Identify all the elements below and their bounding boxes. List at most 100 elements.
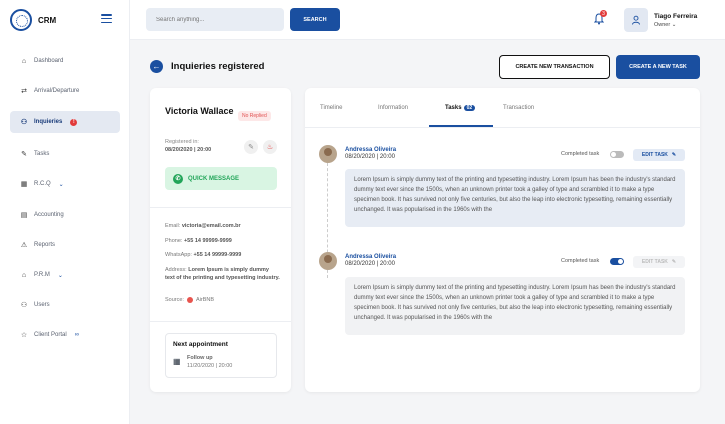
quick-message-button[interactable]: ✆ QUICK MESSAGE [165,167,277,190]
create-task-button[interactable]: CREATE A NEW TASK [616,55,700,79]
sidebar-item-label: Reports [34,242,56,248]
sidebar-item-dashboard[interactable]: ⌂ Dashboard [10,50,120,72]
notification-count-badge: 3 [600,10,607,17]
calculator-icon: ▤ [20,212,28,219]
sidebar-item-label: Arrival/Departure [34,88,80,94]
sidebar-item-label: P.R.M [34,272,50,278]
sidebar-item-prm[interactable]: ⌂ P.R.M ⌄ [10,264,120,286]
home-icon: ⌂ [21,57,27,65]
top-bar: SEARCH 3 Tiago Ferreira Owner ⌄ [130,0,725,40]
email-label: Email: [165,223,181,229]
contact-name: Victoria Wallace [165,106,234,116]
completed-task-toggle[interactable] [610,151,624,158]
task-date: 08/20/2020 | 20:00 [345,261,395,267]
sidebar-item-client-portal[interactable]: ☆ Client Portal ∞ [10,324,120,346]
whatsapp-label: WhatsApp: [165,252,192,258]
sidebar-item-label: R.C.Q [34,181,51,187]
sidebar-item-label: Users [34,302,50,308]
sidebar-item-rcq[interactable]: ▦ R.C.Q ⌄ [10,173,120,195]
avatar [319,145,337,163]
phone-row: Phone: +55 14 99999-9999 [165,237,280,245]
sidebar-item-label: Dashboard [34,58,64,64]
user-icon [632,15,640,25]
divider [150,321,291,322]
email-value[interactable]: victoria@email.com.br [182,223,241,229]
create-transaction-button[interactable]: CREATE NEW TRANSACTION [499,55,610,79]
appointment-label: Follow up [187,355,213,361]
appointment-date: 11/20/2020 | 20:00 [187,363,233,369]
tab-tasks[interactable]: Tasks 02 [445,105,476,111]
tasks-card: Timeline Information Tasks 02 Transaction… [305,88,700,392]
completed-task-label: Completed task [561,258,600,264]
calendar-icon: ▦ [173,357,181,366]
home-icon: ⌂ [21,271,27,279]
tab-timeline[interactable]: Timeline [320,105,342,111]
user-name[interactable]: Tiago Ferreira [654,13,697,20]
task-description: Lorem Ipsum is simply dummy text of the … [345,277,685,335]
chevron-down-icon: ⌄ [671,22,677,28]
email-row: Email: victoria@email.com.br [165,222,280,230]
address-label: Address: [165,267,187,273]
pencil-icon: ✎ [671,152,677,158]
completed-task-toggle[interactable] [610,258,624,265]
sidebar-item-inquieries[interactable]: ⚇ Inquieries ! [10,111,120,133]
sidebar-item-accounting[interactable]: ▤ Accounting [10,204,120,226]
appointment-title: Next appointment [173,341,228,348]
tab-information[interactable]: Information [378,105,408,111]
search-button[interactable]: SEARCH [290,8,340,31]
link-icon: ∞ [74,332,79,338]
tab-label: Tasks [445,105,462,111]
source-row: Source: AirBNB [165,296,280,304]
warning-icon: ⚠ [20,242,28,249]
avatar[interactable] [624,8,648,32]
app-logo[interactable]: CRM [10,9,56,31]
tasks-count-badge: 02 [463,105,476,111]
edit-task-button[interactable]: EDIT TASK ✎ [633,149,685,161]
sidebar-item-tasks[interactable]: ✎ Tasks [10,143,120,165]
whatsapp-value[interactable]: +55 14 99999-9999 [193,252,241,258]
app-name: CRM [38,15,57,25]
edit-task-button[interactable]: EDIT TASK ✎ [633,256,685,268]
fire-icon: ♨ [266,144,274,151]
tab-transaction[interactable]: Transaction [503,105,534,111]
edit-task-label: EDIT TASK [641,152,668,158]
search-input[interactable] [146,8,284,31]
registered-date: 08/20/2020 | 20:00 [165,147,212,153]
user-role-dropdown[interactable]: Owner ⌄ [654,22,676,28]
sidebar-item-users[interactable]: ⚇ Users [10,294,120,316]
tab-bar: Timeline Information Tasks 02 Transaction [305,88,700,128]
task-description: Lorem Ipsum is simply dummy text of the … [345,169,685,227]
calendar-icon: ▦ [20,181,28,188]
status-badge: No Replied [238,111,271,121]
alert-badge: ! [70,118,78,126]
registered-label: Registered in: [165,139,199,145]
completed-task-label: Completed task [561,151,600,157]
sidebar-item-label: Client Portal [34,332,67,338]
phone-value[interactable]: +55 14 99999-9999 [184,238,232,244]
chevron-down-icon: ⌄ [57,272,63,279]
pencil-icon: ✎ [248,144,254,151]
edit-contact-button[interactable]: ✎ [244,140,258,154]
source-label: Source: [165,297,184,303]
task-author[interactable]: Andressa Oliveira [345,254,396,260]
sidebar-item-arrival-departure[interactable]: ⇄ Arrival/Departure [10,80,120,102]
back-arrow-icon[interactable]: ← [150,60,163,73]
sidebar-item-label: Accounting [34,212,64,218]
next-appointment-box[interactable]: Next appointment ▦ Follow up 11/20/2020 … [165,333,277,378]
task-author[interactable]: Andressa Oliveira [345,147,396,153]
sidebar: CRM ⌂ Dashboard ⇄ Arrival/Departure ⚇ In… [0,0,130,424]
menu-toggle-icon[interactable] [101,14,112,23]
sidebar-item-reports[interactable]: ⚠ Reports [10,234,120,256]
active-tab-indicator [429,125,493,127]
divider [150,207,291,208]
page-header: ← Inquieries registered [150,60,264,73]
contact-card: Victoria Wallace No Replied Registered i… [150,88,291,392]
phone-label: Phone: [165,238,183,244]
logo-icon [10,9,32,31]
task-date: 08/20/2020 | 20:00 [345,154,395,160]
hot-lead-button[interactable]: ♨ [263,140,277,154]
star-icon: ☆ [20,332,28,339]
chevron-down-icon: ⌄ [58,181,64,188]
avatar [319,252,337,270]
sidebar-item-label: Tasks [34,151,50,157]
